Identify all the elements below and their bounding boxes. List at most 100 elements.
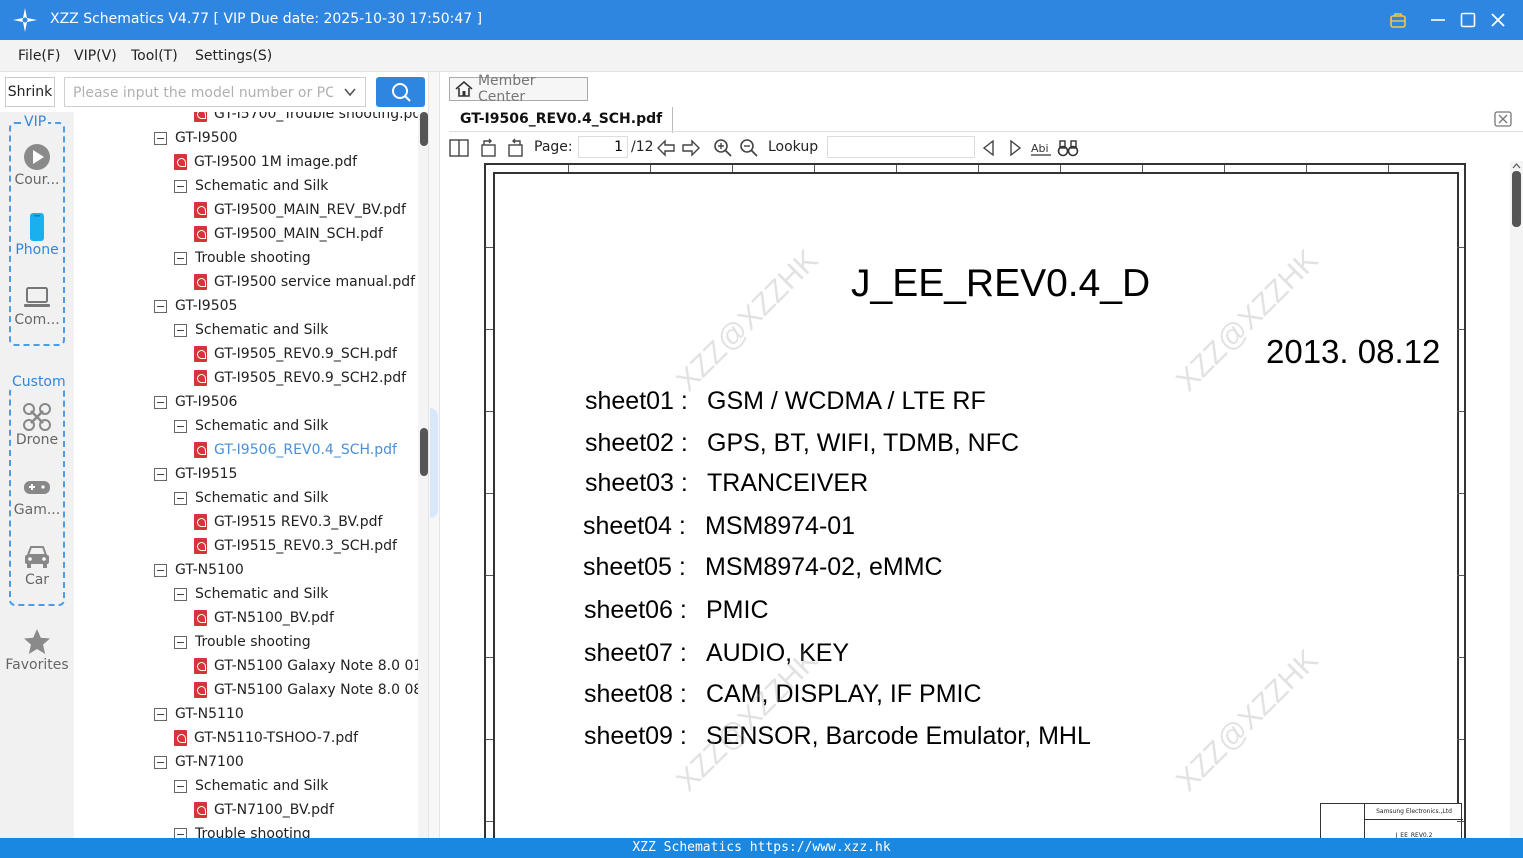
tree-file[interactable]: GT-I5700_Trouble shooting.pdf <box>194 112 420 126</box>
document-viewer[interactable]: J_EE_REV0.4_D 2013. 08.12 sheet01 : GSM /… <box>440 161 1510 838</box>
collapse-toggle-icon[interactable] <box>154 755 167 769</box>
minimize-button[interactable] <box>1426 8 1450 32</box>
chevron-down-icon[interactable] <box>343 85 357 99</box>
zoom-in-button[interactable] <box>712 137 734 159</box>
collapse-toggle-icon[interactable] <box>154 395 167 409</box>
menu-settings[interactable]: Settings(S) <box>195 48 272 64</box>
tree-folder[interactable]: Trouble shooting <box>174 822 311 838</box>
category-favorites[interactable]: Favorites <box>0 627 74 673</box>
rotate-left-button[interactable] <box>478 137 500 159</box>
splitter-handle[interactable] <box>430 408 438 518</box>
prev-page-button[interactable] <box>655 137 677 159</box>
tree-folder[interactable]: Schematic and Silk <box>174 774 328 798</box>
category-computer[interactable]: Com... <box>0 282 74 328</box>
scroll-up-icon[interactable] <box>1512 163 1521 169</box>
tree-file[interactable]: GT-N5100 Galaxy Note 8.0 08 <box>194 678 420 702</box>
find-prev-button[interactable] <box>978 137 1000 159</box>
category-car[interactable]: Car <box>0 542 74 588</box>
category-phone[interactable]: Phone <box>0 212 74 258</box>
tree-folder[interactable]: GT-N5100 <box>154 558 244 582</box>
pdf-icon <box>194 112 207 122</box>
tree-file[interactable]: GT-N5100 Galaxy Note 8.0 01 <box>194 654 420 678</box>
vip-bag-icon[interactable] <box>1386 8 1410 32</box>
tree-file[interactable]: GT-N5110-TSHOO-7.pdf <box>174 726 358 750</box>
tree-folder[interactable]: GT-I9515 <box>154 462 237 486</box>
find-all-button[interactable] <box>1057 137 1079 159</box>
close-button[interactable] <box>1486 8 1510 32</box>
search-button[interactable] <box>376 77 425 107</box>
collapse-toggle-icon[interactable] <box>154 131 167 145</box>
tree-file[interactable]: GT-I9505_REV0.9_SCH.pdf <box>194 342 397 366</box>
pane-splitter[interactable] <box>428 72 440 838</box>
find-next-button[interactable] <box>1004 137 1026 159</box>
tree-file[interactable]: GT-N7100_BV.pdf <box>194 798 334 822</box>
next-page-button[interactable] <box>680 137 702 159</box>
tree-folder[interactable]: Schematic and Silk <box>174 174 328 198</box>
tree-file[interactable]: GT-I9505_REV0.9_SCH2.pdf <box>194 366 406 390</box>
tree-folder[interactable]: GT-I9506 <box>154 390 237 414</box>
lookup-input[interactable] <box>827 136 975 158</box>
pdf-icon <box>194 802 207 818</box>
tree-file[interactable]: GT-I9500_MAIN_SCH.pdf <box>194 222 383 246</box>
tree-folder[interactable]: GT-N7100 <box>154 750 244 774</box>
tree-file[interactable]: GT-I9500_MAIN_REV_BV.pdf <box>194 198 406 222</box>
collapse-toggle-icon[interactable] <box>174 179 187 193</box>
rotate-right-button[interactable] <box>504 137 526 159</box>
category-drone[interactable]: Drone <box>0 402 74 448</box>
page-number-input[interactable] <box>578 136 628 158</box>
zoom-in-icon <box>714 139 732 157</box>
document-tab[interactable]: GT-I9506_REV0.4_SCH.pdf <box>449 107 674 133</box>
tree-label: GT-I9506 <box>175 394 238 410</box>
collapse-toggle-icon[interactable] <box>174 323 187 337</box>
collapse-toggle-icon[interactable] <box>174 779 187 793</box>
tree-folder[interactable]: GT-I9505 <box>154 294 237 318</box>
tree-file[interactable]: GT-I9500 service manual.pdf <box>194 270 415 294</box>
tree-file[interactable]: GT-N5100_BV.pdf <box>194 606 334 630</box>
tree-folder[interactable]: Schematic and Silk <box>174 318 328 342</box>
category-game[interactable]: Gam... <box>0 472 74 518</box>
collapse-toggle-icon[interactable] <box>154 563 167 577</box>
menu-vip[interactable]: VIP(V) <box>74 48 117 64</box>
tree-folder[interactable]: Trouble shooting <box>174 630 311 654</box>
zoom-out-icon <box>740 139 758 157</box>
tree-scroll-grip[interactable] <box>420 428 428 476</box>
document-scrollbar[interactable] <box>1510 161 1523 838</box>
tree-file[interactable]: GT-I9506_REV0.4_SCH.pdf <box>194 438 397 462</box>
tree-file[interactable]: GT-I9515_REV0.3_SCH.pdf <box>194 534 397 558</box>
search-input[interactable] <box>73 83 333 103</box>
rotate-left-icon <box>481 138 496 157</box>
tree-folder[interactable]: Schematic and Silk <box>174 582 328 606</box>
match-case-button[interactable]: Abi <box>1030 137 1052 159</box>
document-scroll-thumb[interactable] <box>1512 171 1521 227</box>
tree-file[interactable]: GT-I9515 REV0.3_BV.pdf <box>194 510 382 534</box>
category-label: Car <box>24 572 50 588</box>
toggle-sidebar-button[interactable] <box>448 137 470 159</box>
member-center-button[interactable]: Member Center <box>449 73 588 105</box>
tree-scroll-thumb[interactable] <box>420 112 428 146</box>
tree-file[interactable]: GT-I9500 1M image.pdf <box>174 150 357 174</box>
collapse-toggle-icon[interactable] <box>154 467 167 481</box>
search-box <box>64 77 366 107</box>
window-title: XZZ Schematics V4.77 [ VIP Due date: 202… <box>50 11 483 27</box>
collapse-toggle-icon[interactable] <box>174 491 187 505</box>
menu-tool[interactable]: Tool(T) <box>131 48 178 64</box>
tree-folder[interactable]: GT-N5110 <box>154 702 244 726</box>
tree-folder[interactable]: Schematic and Silk <box>174 414 328 438</box>
collapse-toggle-icon[interactable] <box>154 707 167 721</box>
zoom-out-button[interactable] <box>738 137 760 159</box>
collapse-toggle-icon[interactable] <box>174 419 187 433</box>
collapse-toggle-icon[interactable] <box>174 251 187 265</box>
tree-folder[interactable]: Schematic and Silk <box>174 486 328 510</box>
collapse-toggle-icon[interactable] <box>174 827 187 838</box>
menu-file[interactable]: File(F) <box>18 48 60 64</box>
category-course[interactable]: Cour... <box>0 142 74 188</box>
collapse-toggle-icon[interactable] <box>174 635 187 649</box>
tree-label: Trouble shooting <box>195 250 311 266</box>
shrink-button[interactable]: Shrink <box>5 77 55 107</box>
tree-folder[interactable]: Trouble shooting <box>174 246 311 270</box>
maximize-button[interactable] <box>1456 8 1480 32</box>
close-tab-icon[interactable] <box>1494 111 1512 127</box>
collapse-toggle-icon[interactable] <box>174 587 187 601</box>
collapse-toggle-icon[interactable] <box>154 299 167 313</box>
tree-folder[interactable]: GT-I9500 <box>154 126 237 150</box>
